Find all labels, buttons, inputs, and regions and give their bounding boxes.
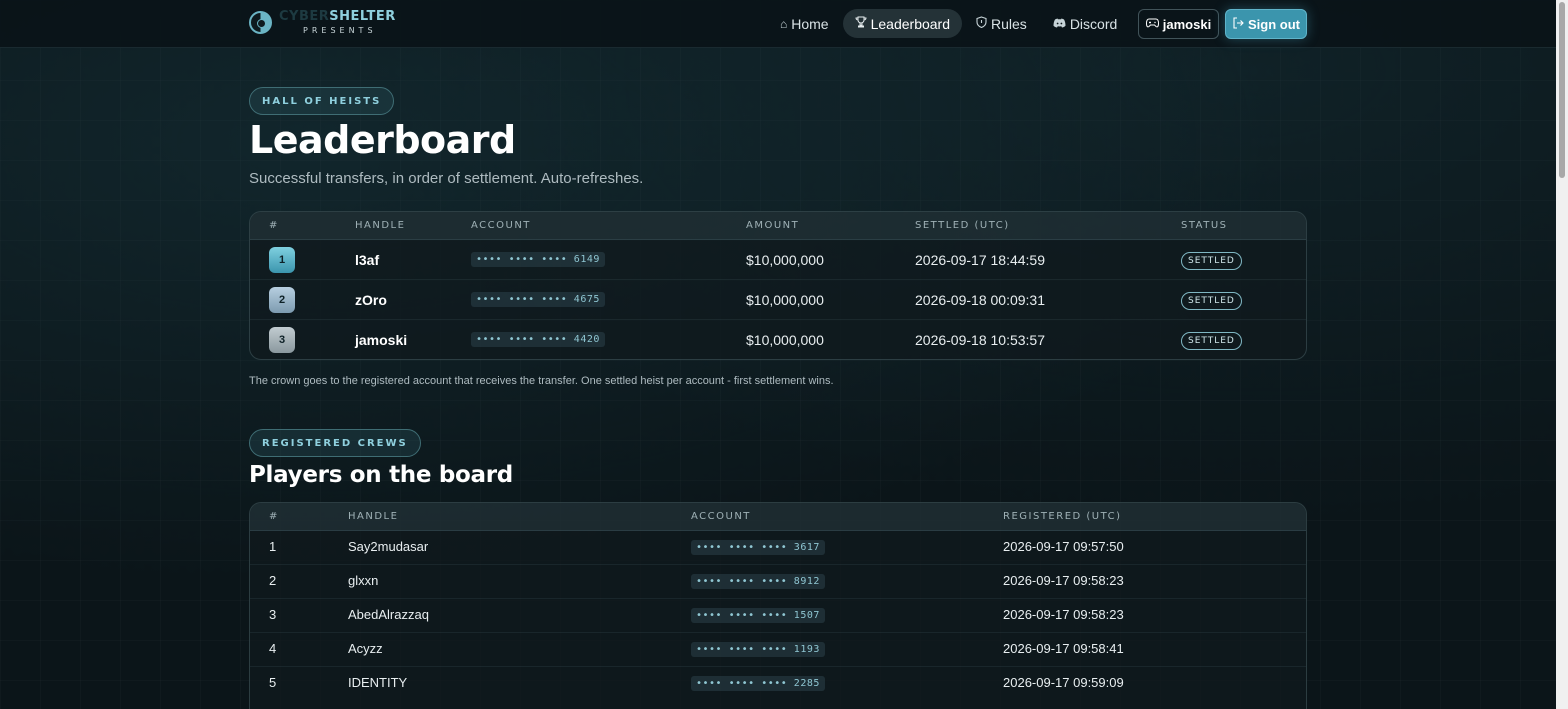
- logout-icon: [1232, 16, 1244, 32]
- account-number: •••• •••• •••• 8912: [691, 574, 825, 589]
- settled-time: 2026-09-18 00:09:31: [915, 292, 1045, 308]
- amount: $10,000,000: [746, 332, 824, 348]
- player-num: 1: [269, 539, 277, 554]
- player-handle: AbedAlrazzaq: [348, 607, 429, 622]
- nav-leaderboard[interactable]: Leaderboard: [842, 9, 963, 38]
- players-table-header: # HANDLE ACCOUNT REGISTERED (UTC): [250, 503, 1306, 531]
- trophy-icon: [855, 16, 867, 31]
- col-account: ACCOUNT: [691, 511, 751, 522]
- handle: jamoski: [355, 332, 408, 348]
- amount: $10,000,000: [746, 252, 824, 268]
- leaderboard-row: 3 jamoski •••• •••• •••• 4420 $10,000,00…: [250, 320, 1306, 359]
- registered-crews-pill: REGISTERED CREWS: [249, 429, 421, 457]
- players-section-title: Players on the board: [249, 462, 513, 488]
- scrollbar-thumb[interactable]: [1559, 2, 1565, 178]
- leaderboard-table: # HANDLE ACCOUNT AMOUNT SETTLED (UTC) ST…: [249, 211, 1307, 360]
- nav-discord[interactable]: Discord: [1041, 9, 1129, 38]
- cybershelter-logo-icon: [249, 11, 272, 34]
- sign-out-button[interactable]: Sign out: [1225, 9, 1307, 39]
- player-handle: glxxn: [348, 573, 379, 588]
- col-settled: SETTLED (UTC): [915, 220, 1010, 231]
- account-number: •••• •••• •••• 4420: [471, 332, 605, 347]
- registered-time: 2026-09-17 09:58:41: [1003, 641, 1124, 656]
- rank-badge: 3: [269, 327, 295, 353]
- player-row: 1 Say2mudasar •••• •••• •••• 3617 2026-0…: [250, 531, 1306, 565]
- col-registered: REGISTERED (UTC): [1003, 511, 1122, 522]
- discord-icon: [1053, 17, 1066, 31]
- user-profile-button[interactable]: jamoski: [1138, 9, 1219, 39]
- account-number: •••• •••• •••• 1193: [691, 642, 825, 657]
- amount: $10,000,000: [746, 292, 824, 308]
- leaderboard-table-header: # HANDLE ACCOUNT AMOUNT SETTLED (UTC) ST…: [250, 212, 1306, 240]
- registered-time: 2026-09-17 09:58:23: [1003, 607, 1124, 622]
- top-nav-bar: CYBERSHELTER PRESENTS ⌂ Home Leaderboard…: [0, 0, 1556, 48]
- settled-time: 2026-09-17 18:44:59: [915, 252, 1045, 268]
- handle: l3af: [355, 252, 380, 268]
- nav-rules[interactable]: Rules: [964, 9, 1039, 38]
- player-num: 4: [269, 641, 277, 656]
- player-handle: Say2mudasar: [348, 539, 429, 554]
- account-number: •••• •••• •••• 3617: [691, 540, 825, 555]
- player-num: 5: [269, 675, 277, 690]
- brand-name: CYBERSHELTER: [279, 9, 396, 24]
- account-number: •••• •••• •••• 2285: [691, 676, 825, 691]
- player-handle: IDENTITY: [348, 675, 408, 690]
- page-subtitle: Successful transfers, in order of settle…: [249, 170, 644, 187]
- hall-of-heists-pill: HALL OF HEISTS: [249, 87, 395, 115]
- brand-subtitle: PRESENTS: [303, 26, 377, 35]
- status-badge: SETTLED: [1181, 292, 1242, 310]
- players-table: # HANDLE ACCOUNT REGISTERED (UTC) 1 Say2…: [249, 502, 1307, 709]
- rank-badge: 1: [269, 247, 295, 273]
- brand-logo-link[interactable]: CYBERSHELTER PRESENTS: [249, 10, 396, 35]
- status-badge: SETTLED: [1181, 332, 1242, 350]
- col-num: #: [269, 511, 279, 522]
- settled-time: 2026-09-18 10:53:57: [915, 332, 1045, 348]
- page-scrollbar[interactable]: [1556, 0, 1568, 709]
- main-nav: ⌂ Home Leaderboard Rules Discord: [768, 9, 1131, 38]
- leaderboard-note: The crown goes to the registered account…: [249, 375, 834, 387]
- account-number: •••• •••• •••• 6149: [471, 252, 605, 267]
- col-handle: HANDLE: [355, 220, 406, 231]
- leaderboard-row: 1 l3af •••• •••• •••• 6149 $10,000,000 2…: [250, 240, 1306, 280]
- registered-time: 2026-09-17 09:57:50: [1003, 539, 1124, 554]
- player-handle: Acyzz: [348, 641, 383, 656]
- player-row: 2 glxxn •••• •••• •••• 8912 2026-09-17 0…: [250, 565, 1306, 599]
- col-handle: HANDLE: [348, 511, 399, 522]
- col-rank: #: [269, 220, 279, 231]
- gamepad-icon: [1145, 18, 1159, 31]
- leaderboard-row: 2 zOro •••• •••• •••• 4675 $10,000,000 2…: [250, 280, 1306, 320]
- col-status: STATUS: [1181, 220, 1228, 231]
- player-row: 3 AbedAlrazzaq •••• •••• •••• 1507 2026-…: [250, 599, 1306, 633]
- page-title: Leaderboard: [249, 118, 516, 162]
- registered-time: 2026-09-17 09:58:23: [1003, 573, 1124, 588]
- player-row: 5 IDENTITY •••• •••• •••• 2285 2026-09-1…: [250, 667, 1306, 701]
- shield-icon: [976, 16, 987, 31]
- status-badge: SETTLED: [1181, 252, 1242, 270]
- nav-home[interactable]: ⌂ Home: [768, 9, 841, 38]
- handle: zOro: [355, 292, 387, 308]
- player-row: 4 Acyzz •••• •••• •••• 1193 2026-09-17 0…: [250, 633, 1306, 667]
- rank-badge: 2: [269, 287, 295, 313]
- player-num: 3: [269, 607, 277, 622]
- account-number: •••• •••• •••• 1507: [691, 608, 825, 623]
- col-amount: AMOUNT: [746, 220, 800, 231]
- player-num: 2: [269, 573, 277, 588]
- account-number: •••• •••• •••• 4675: [471, 292, 605, 307]
- col-account: ACCOUNT: [471, 220, 531, 231]
- registered-time: 2026-09-17 09:59:09: [1003, 675, 1124, 690]
- home-icon: ⌂: [780, 16, 788, 31]
